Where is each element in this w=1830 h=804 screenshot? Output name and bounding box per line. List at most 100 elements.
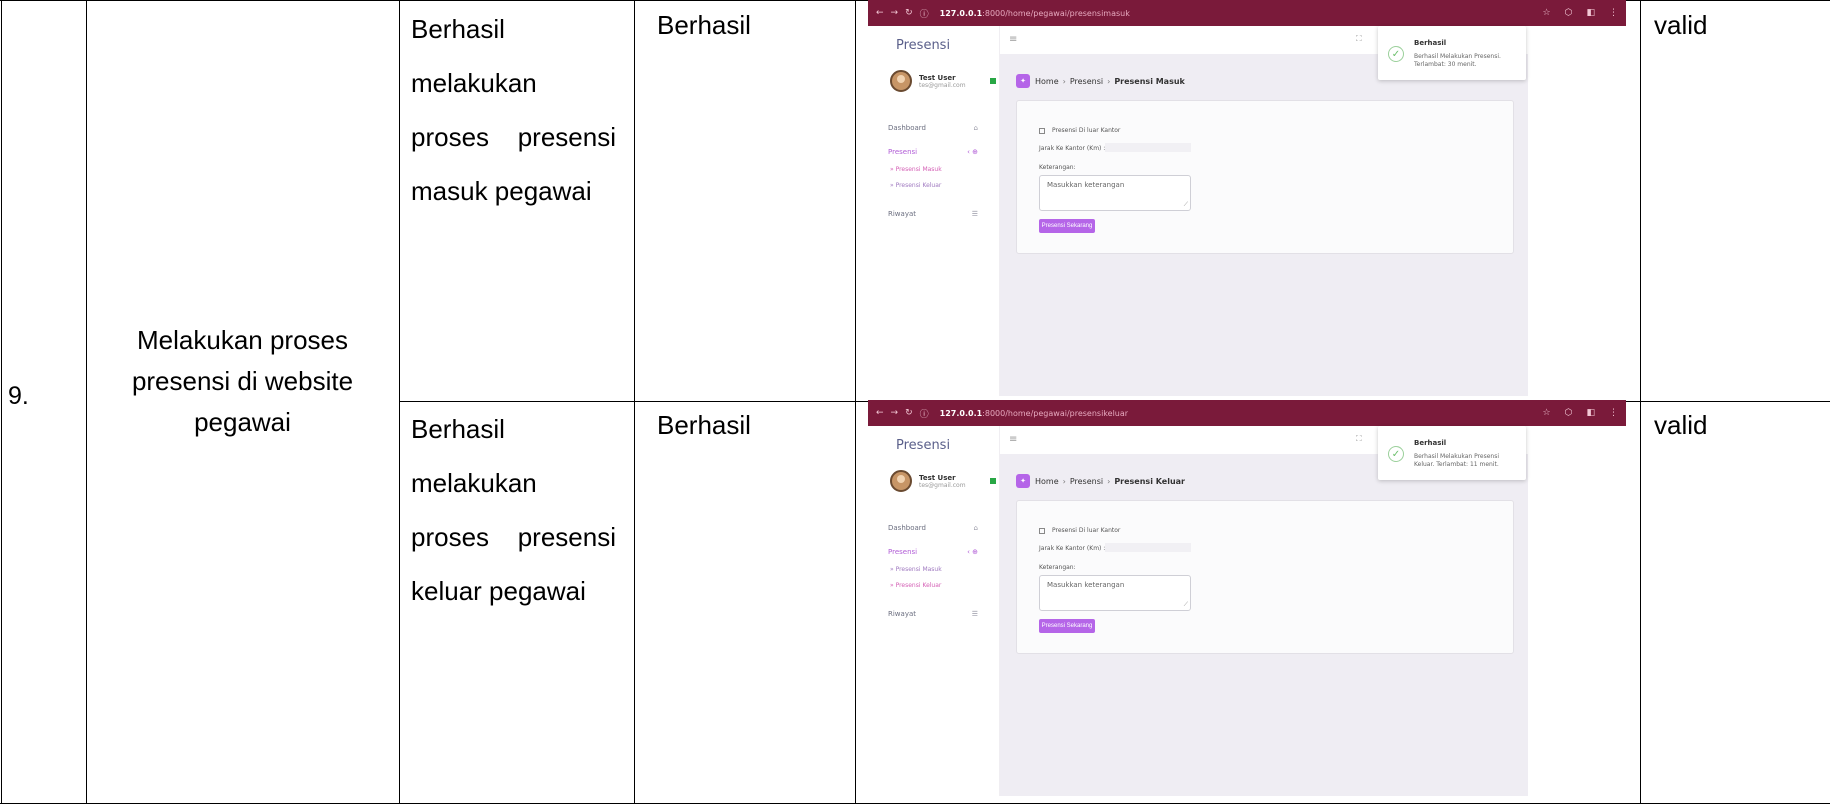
sidebar-subitem-label: Presensi Masuk: [895, 166, 942, 173]
user-name: Test User: [919, 73, 956, 82]
keterangan-textarea[interactable]: Masukkan keterangan ⟋: [1039, 575, 1191, 611]
breadcrumb-item[interactable]: Home: [1035, 477, 1059, 486]
content-background: [1000, 364, 1528, 396]
hamburger-menu-icon[interactable]: ≡: [1009, 34, 1017, 45]
sidebar-subitem-presensi-masuk[interactable]: » Presensi Masuk: [890, 166, 942, 173]
breadcrumb-separator-icon: ›: [1107, 476, 1111, 486]
address-bar[interactable]: 127.0.0.1:8000/home/pegawai/presensikelu…: [940, 409, 1128, 418]
bookmark-star-icon[interactable]: ☆: [1543, 408, 1551, 418]
forward-icon[interactable]: →: [891, 8, 899, 18]
sidebar-toggle-icon[interactable]: ◧: [1586, 408, 1595, 418]
brand-logo[interactable]: Presensi: [896, 438, 950, 453]
reload-icon[interactable]: ↻: [905, 408, 913, 418]
toast-title: Berhasil: [1414, 439, 1447, 447]
checkbox-icon[interactable]: [1039, 127, 1045, 134]
resize-handle-icon[interactable]: ⟋: [1184, 601, 1188, 609]
extensions-icon[interactable]: ⬡: [1565, 8, 1573, 18]
jarak-label: Jarak Ke Kantor (Km) :: [1039, 545, 1106, 552]
back-icon[interactable]: ←: [876, 8, 884, 18]
actual-result: Berhasil: [657, 410, 751, 440]
sidebar-toggle-icon[interactable]: ◧: [1586, 8, 1595, 18]
checkbox-icon[interactable]: [1039, 527, 1045, 534]
topbar: ≡ ⛶: [1000, 26, 1626, 54]
user-email: tes@gmail.com: [919, 481, 966, 489]
presensi-luar-kantor-checkbox[interactable]: Presensi Di luar Kantor: [1039, 527, 1120, 534]
presensi-luar-kantor-checkbox[interactable]: Presensi Di luar Kantor: [1039, 127, 1120, 134]
reload-icon[interactable]: ↻: [905, 8, 913, 18]
expected-line: Berhasil: [411, 414, 505, 444]
breadcrumb-item[interactable]: Home: [1035, 77, 1059, 86]
site-info-icon[interactable]: ⓘ: [920, 7, 929, 20]
test-scenario: Melakukan proses presensi di website peg…: [131, 325, 354, 437]
sidebar-item-dashboard[interactable]: Dashboard ⌂: [888, 524, 978, 532]
screenshot-presensi-keluar: ← → ↻ ⓘ 127.0.0.1:8000/home/pegawai/pres…: [868, 400, 1626, 796]
table-column-divider: [855, 0, 856, 804]
breadcrumb-separator-icon: ›: [1107, 76, 1111, 86]
keterangan-textarea[interactable]: Masukkan keterangan ⟋: [1039, 175, 1191, 211]
table-column-divider: [1640, 0, 1641, 804]
home-icon: ✦: [1016, 474, 1030, 488]
presensi-sekarang-button[interactable]: Presensi Sekarang: [1039, 619, 1095, 633]
sidebar-subitem-presensi-keluar[interactable]: » Presensi Keluar: [890, 182, 941, 189]
toast-message: Berhasil Melakukan Presensi. Terlambat: …: [1414, 53, 1501, 68]
sidebar-item-presensi[interactable]: Presensi ‹ ⊕: [888, 148, 978, 156]
breadcrumb: ✦ Home › Presensi › Presensi Masuk: [1016, 74, 1185, 88]
extensions-icon[interactable]: ⬡: [1565, 408, 1573, 418]
check-circle-icon: ✓: [1388, 46, 1404, 62]
browser-tools: ☆ ⬡ ◧ ⋮: [1543, 408, 1618, 418]
sidebar-item-label: Riwayat: [888, 210, 916, 218]
avatar: [890, 470, 912, 492]
site-info-icon[interactable]: ⓘ: [920, 407, 929, 420]
chevron-left-icon: ‹ ⊕: [967, 548, 978, 556]
hamburger-menu-icon[interactable]: ≡: [1009, 434, 1017, 445]
presensi-sekarang-button[interactable]: Presensi Sekarang: [1039, 219, 1095, 233]
user-email: tes@gmail.com: [919, 81, 966, 89]
table-border-left: [1, 0, 2, 804]
sidebar-item-presensi[interactable]: Presensi ‹ ⊕: [888, 548, 978, 556]
jarak-value-field: [1105, 543, 1191, 552]
breadcrumb-item[interactable]: Presensi: [1070, 77, 1103, 86]
sidebar-item-label: Dashboard: [888, 524, 926, 532]
expected-line: proses presensi: [411, 522, 616, 552]
resize-handle-icon[interactable]: ⟋: [1184, 201, 1188, 209]
keterangan-label: Keterangan:: [1039, 564, 1076, 571]
expected-line: Berhasil: [411, 14, 505, 44]
bookmark-star-icon[interactable]: ☆: [1543, 8, 1551, 18]
sidebar-subitem-label: Presensi Masuk: [895, 566, 942, 573]
sidebar-subitem-presensi-masuk[interactable]: » Presensi Masuk: [890, 566, 942, 573]
list-icon: ☰: [971, 210, 978, 218]
check-circle-icon: ✓: [1388, 446, 1404, 462]
success-toast: ✓ Berhasil Berhasil Melakukan Presensi. …: [1378, 26, 1526, 80]
test-status: valid: [1654, 410, 1708, 440]
user-profile: Test User tes@gmail.com: [890, 70, 996, 92]
back-icon[interactable]: ←: [876, 408, 884, 418]
breadcrumb-current: Presensi Keluar: [1114, 476, 1185, 486]
expected-line: proses presensi: [411, 122, 616, 152]
list-icon: ☰: [971, 610, 978, 618]
sidebar-item-label: Riwayat: [888, 610, 916, 618]
sidebar-item-riwayat[interactable]: Riwayat ☰: [888, 210, 978, 218]
forward-icon[interactable]: →: [891, 408, 899, 418]
jarak-label: Jarak Ke Kantor (Km) :: [1039, 145, 1106, 152]
address-bar[interactable]: 127.0.0.1:8000/home/pegawai/presensimasu…: [940, 9, 1130, 18]
table-column-divider: [399, 0, 400, 804]
sidebar-item-riwayat[interactable]: Riwayat ☰: [888, 610, 978, 618]
fullscreen-icon[interactable]: ⛶: [1356, 434, 1362, 444]
success-toast: ✓ Berhasil Berhasil Melakukan Presensi K…: [1378, 426, 1526, 480]
breadcrumb: ✦ Home › Presensi › Presensi Keluar: [1016, 474, 1185, 488]
browser-tools: ☆ ⬡ ◧ ⋮: [1543, 8, 1618, 18]
url-host: 127.0.0.1: [939, 408, 983, 418]
sidebar: Presensi Test User tes@gmail.com Dashboa…: [868, 426, 1000, 796]
browser-menu-icon[interactable]: ⋮: [1609, 8, 1618, 18]
browser-menu-icon[interactable]: ⋮: [1609, 408, 1618, 418]
user-profile: Test User tes@gmail.com: [890, 470, 996, 492]
brand-logo[interactable]: Presensi: [896, 38, 950, 53]
sidebar-subitem-presensi-keluar[interactable]: » Presensi Keluar: [890, 582, 941, 589]
expected-line: masuk pegawai: [411, 176, 592, 206]
sidebar-item-dashboard[interactable]: Dashboard ⌂: [888, 124, 978, 132]
breadcrumb-item[interactable]: Presensi: [1070, 477, 1103, 486]
expected-line: melakukan: [411, 68, 537, 98]
breadcrumb-separator-icon: ›: [1062, 476, 1066, 486]
fullscreen-icon[interactable]: ⛶: [1356, 34, 1362, 44]
sidebar: Presensi Test User tes@gmail.com Dashboa…: [868, 26, 1000, 396]
